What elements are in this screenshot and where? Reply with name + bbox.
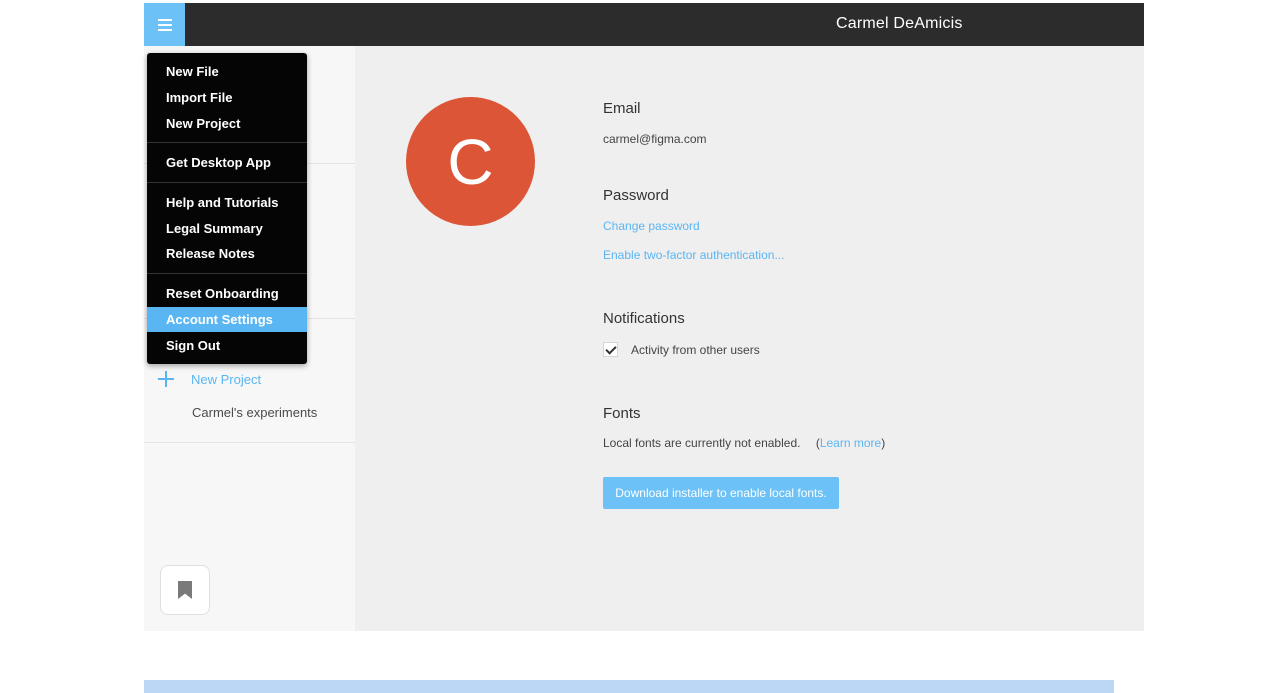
bookmark-icon: [178, 581, 192, 599]
menu-item-import-file[interactable]: Import File: [147, 85, 307, 110]
menu-item-legal-summary[interactable]: Legal Summary: [147, 216, 307, 241]
sidebar-new-project-button[interactable]: New Project: [158, 371, 261, 387]
selected-caption-strip: [144, 680, 1114, 693]
menu-item-help-tutorials[interactable]: Help and Tutorials: [147, 190, 307, 215]
menu-item-release-notes[interactable]: Release Notes: [147, 241, 307, 266]
checkmark-icon: [605, 343, 617, 355]
bookmark-button[interactable]: [160, 565, 210, 615]
main-menu-dropdown: New File Import File New Project Get Des…: [147, 53, 307, 364]
sidebar-item-project[interactable]: Carmel's experiments: [192, 405, 317, 420]
menu-separator: [147, 273, 307, 274]
hamburger-icon: [157, 19, 172, 31]
activity-label: Activity from other users: [631, 343, 760, 357]
menu-item-sign-out[interactable]: Sign Out: [147, 333, 307, 358]
download-installer-button[interactable]: Download installer to enable local fonts…: [603, 477, 839, 509]
menu-separator: [147, 142, 307, 143]
two-factor-link[interactable]: Enable two-factor authentication...: [603, 248, 784, 262]
email-section-title: Email: [603, 100, 641, 117]
fonts-section-title: Fonts: [603, 405, 641, 422]
menu-item-new-project[interactable]: New Project: [147, 111, 307, 136]
fonts-status-text: Local fonts are currently not enabled.: [603, 436, 801, 450]
change-password-link[interactable]: Change password: [603, 219, 700, 233]
menu-item-new-file[interactable]: New File: [147, 59, 307, 84]
menu-item-reset-onboarding[interactable]: Reset Onboarding: [147, 281, 307, 306]
email-value: carmel@figma.com: [603, 132, 707, 146]
main-menu-button[interactable]: [144, 3, 185, 46]
top-bar: Carmel DeAmicis: [144, 3, 1144, 46]
menu-item-get-desktop-app[interactable]: Get Desktop App: [147, 150, 307, 175]
avatar[interactable]: C: [406, 97, 535, 226]
learn-more-link[interactable]: Learn more: [820, 436, 881, 450]
fonts-status-line: Local fonts are currently not enabled. (…: [603, 436, 886, 450]
plus-icon: [158, 371, 174, 387]
notifications-section-title: Notifications: [603, 310, 685, 327]
sidebar-divider: [144, 442, 355, 443]
activity-checkbox[interactable]: [603, 342, 618, 357]
user-name: Carmel DeAmicis: [836, 15, 963, 32]
password-section-title: Password: [603, 187, 669, 204]
menu-item-account-settings[interactable]: Account Settings: [147, 307, 307, 332]
menu-separator: [147, 182, 307, 183]
sidebar-new-project-label: New Project: [191, 371, 262, 387]
